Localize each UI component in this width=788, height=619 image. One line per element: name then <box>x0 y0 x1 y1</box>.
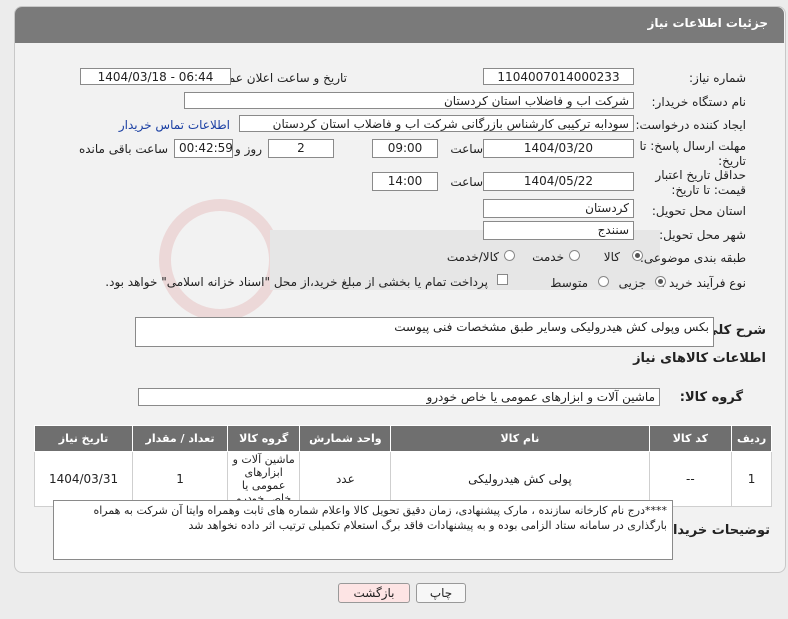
category-option-service: خدمت <box>532 250 564 264</box>
buyer-notes-field[interactable]: ****درج نام کارخانه سازنده ، مارک پیشنها… <box>53 500 673 560</box>
goods-info-heading: اطلاعات کالاهای نیاز <box>633 351 766 366</box>
reply-hour-label: ساعت <box>450 142 483 156</box>
table-row: 1 -- پولی کش هیدرولیکی عدد ماشین آلات و … <box>33 451 772 507</box>
delivery-city-field: سنندج <box>483 221 634 240</box>
goods-group-field: ماشین آلات و ابزارهای عمومی یا خاص خودرو <box>138 388 660 406</box>
process-option-minor: جزیی <box>618 276 646 290</box>
price-validity-label: حداقل تاریخ اعتبار قیمت: تا تاریخ: <box>655 168 746 197</box>
reply-remaining-field: 00:42:59 <box>174 139 233 158</box>
category-option-goods: کالا <box>603 250 620 264</box>
process-option-medium: متوسط <box>550 276 588 290</box>
col-row: ردیف <box>731 425 772 452</box>
category-label: طبقه بندی موضوعی: <box>639 251 746 265</box>
process-type-label: نوع فرآیند خرید : <box>661 276 746 290</box>
cell-unit: عدد <box>299 451 392 507</box>
goods-table: ردیف کد کالا نام کالا واحد شمارش گروه کا… <box>33 425 772 507</box>
cell-quantity: 1 <box>132 451 228 507</box>
buyer-contact-link[interactable]: اطلاعات تماس خریدار <box>119 118 230 132</box>
goods-group-label: گروه کالا: <box>679 390 743 405</box>
price-date-field: 1404/05/22 <box>483 172 634 191</box>
general-desc-field[interactable]: بکس وپولی کش هیدرولیکی وسایر طبق مشخصات … <box>135 317 714 347</box>
buyer-org-label: نام دستگاه خریدار: <box>651 95 747 109</box>
col-name: نام کالا <box>390 425 650 452</box>
cell-name: پولی کش هیدرولیکی <box>390 451 650 507</box>
page-title: جزئیات اطلاعات نیاز <box>647 16 768 30</box>
need-number-field: 1104007014000233 <box>483 68 634 85</box>
reply-date-field: 1404/03/20 <box>483 139 634 158</box>
delivery-province-label: استان محل تحویل: <box>651 204 746 218</box>
requester-label: ایجاد کننده درخواست: <box>635 118 746 132</box>
col-unit: واحد شمارش <box>299 425 392 452</box>
process-radio-medium[interactable] <box>598 276 609 287</box>
price-time-field: 14:00 <box>372 172 438 191</box>
requester-field: سودابه ترکیبی کارشناس بازرگانی شرکت اب و… <box>239 115 634 132</box>
category-option-goods-service: کالا/خدمت <box>446 250 499 264</box>
payment-note: پرداخت تمام یا بخشی از مبلغ خرید،از محل … <box>105 275 488 289</box>
category-radio-goods[interactable] <box>632 250 643 261</box>
reply-deadline-label: مهلت ارسال پاسخ: تا تاریخ: <box>639 139 746 168</box>
cell-code: -- <box>648 451 733 507</box>
day-and-label: روز و <box>235 142 262 156</box>
treasury-payment-checkbox[interactable] <box>497 274 508 285</box>
delivery-province-field: کردستان <box>483 199 634 218</box>
col-code: کد کالا <box>648 425 733 452</box>
cell-group: ماشین آلات و ابزارهای عمومی یا خاص خودرو <box>226 451 301 507</box>
process-radio-minor[interactable] <box>655 276 666 287</box>
col-group: گروه کالا <box>226 425 301 452</box>
back-button[interactable]: بازگشت <box>338 583 410 603</box>
print-button[interactable]: چاپ <box>416 583 466 603</box>
cell-row: 1 <box>731 451 772 507</box>
buyer-notes-label: توضیحات خریدار: <box>660 523 770 538</box>
buyer-org-field: شرکت اب و فاضلاب استان کردستان <box>184 92 634 109</box>
need-number-label: شماره نیاز: <box>689 71 746 85</box>
reply-time-field: 09:00 <box>372 139 438 158</box>
time-remaining-label: ساعت باقی مانده <box>78 142 168 156</box>
delivery-city-label: شهر محل تحویل: <box>659 228 746 242</box>
cell-need-date: 1404/03/31 <box>33 451 134 507</box>
reply-days-field: 2 <box>268 139 334 158</box>
col-need-date: تاریخ نیاز <box>33 425 134 452</box>
category-radio-goods-service[interactable] <box>504 250 515 261</box>
category-radio-service[interactable] <box>569 250 580 261</box>
goods-table-header: ردیف کد کالا نام کالا واحد شمارش گروه کا… <box>33 425 772 452</box>
col-quantity: تعداد / مقدار <box>132 425 228 452</box>
announce-datetime-field: 1404/03/18 - 06:44 <box>80 68 231 85</box>
price-hour-label: ساعت <box>450 175 483 189</box>
